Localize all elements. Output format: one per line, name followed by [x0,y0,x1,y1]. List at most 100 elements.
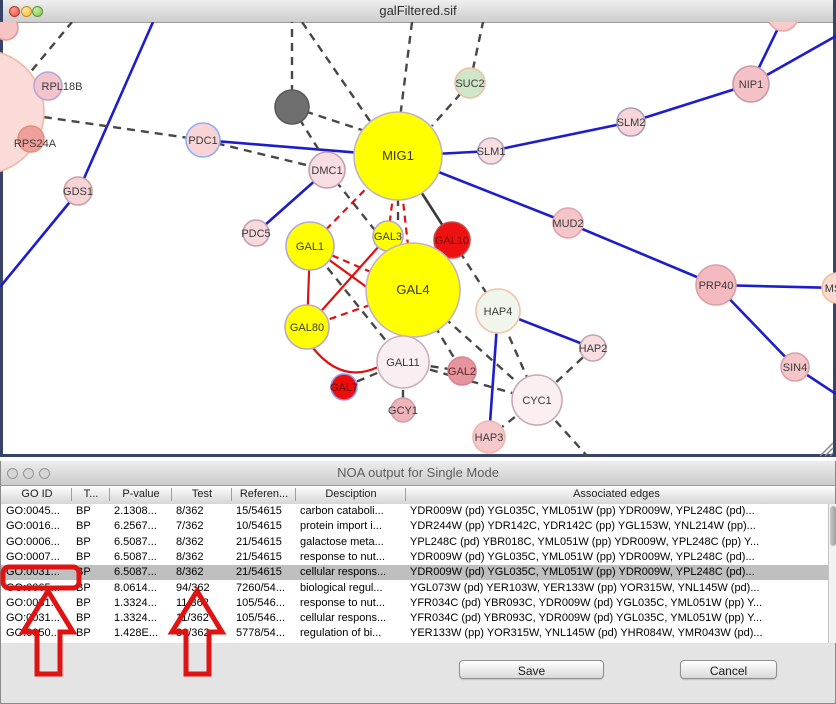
column-header-p[interactable]: P-value [111,488,171,502]
node-tiny-corner[interactable] [0,22,18,40]
cell-ref: 21/54615 [236,566,296,578]
cell-edges: YFR034C (pd) YBR093C, YDR009W (pd) YGL03… [410,597,827,609]
cell-edges: YPL248C (pd) YBR018C, YML051W (pp) YDR00… [410,536,827,548]
cell-go: GO:0006... [6,536,72,548]
cell-desc: cellular respons... [300,612,406,624]
node-label-HAP2: HAP2 [579,343,608,355]
cell-go: GO:0031... [6,566,72,578]
node-label-NIP1: NIP1 [739,79,763,91]
cell-test: 8/362 [176,551,232,563]
cell-ref: 7260/54... [236,582,296,594]
table-row[interactable]: GO:0031... BP 6.5087... 8/362 21/54615 cellul… [1,565,828,580]
save-button[interactable]: Save [459,660,604,679]
node-label-CYC1: CYC1 [522,395,551,407]
cell-test: 8/362 [176,505,232,517]
cell-desc: biological regul... [300,582,406,594]
node-label-PDC5: PDC5 [241,228,270,240]
resize-grip[interactable] [820,443,833,456]
node-label-GAL4: GAL4 [396,282,429,297]
node-label-GAL7: GAL7 [330,382,358,394]
column-divider[interactable] [231,488,232,501]
edge-dash [400,22,412,118]
cell-p: 2.1308... [114,505,172,517]
column-header-edges[interactable]: Associated edges [407,488,826,502]
cell-p: 1.3324... [114,597,172,609]
column-header-go[interactable]: GO ID [3,488,71,502]
cell-ref: 5778/54... [236,627,296,639]
column-divider[interactable] [171,488,172,501]
node-label-GAL2: GAL2 [448,366,476,378]
column-header-test[interactable]: Test [173,488,231,502]
cell-go: GO:0016... [6,520,72,532]
node-label-GAL10: GAL10 [435,235,469,247]
node-label-SLM2: SLM2 [617,117,646,129]
cell-type: BP [76,597,110,609]
scrollbar[interactable] [828,504,836,643]
node-label-DMC1: DMC1 [311,165,342,177]
cell-p: 6.5087... [114,566,172,578]
cell-type: BP [76,582,110,594]
noa-window-title: NOA output for Single Mode [1,465,835,480]
table-row[interactable]: GO:0050...BP1.428E...80/3625778/54...reg… [1,626,828,641]
table-row[interactable]: GO:0006...BP6.5087...8/36221/54615galact… [1,535,828,550]
window-title: galFiltered.sif [3,3,833,18]
cell-p: 6.2567... [114,520,172,532]
cell-go: GO:0065... [6,582,72,594]
screen: { "network_window": { "title": "galFilte… [0,0,836,704]
noa-titlebar[interactable]: NOA output for Single Mode [1,461,835,486]
node-dark-node[interactable] [275,90,309,124]
cell-desc: response to nut... [300,551,406,563]
table-row[interactable]: GO:0031...BP1.3324...11/362105/546...cel… [1,611,828,626]
cell-test: 7/362 [176,520,232,532]
column-divider[interactable] [71,488,72,501]
cell-test: 94/362 [176,582,232,594]
cell-desc: response to nut... [300,597,406,609]
node-label-MIG1: MIG1 [382,148,414,163]
table-row[interactable]: GO:0045...BP2.1308...8/36215/54615carbon… [1,504,828,519]
node-label-SIN4: SIN4 [783,362,807,374]
node-big-left[interactable] [0,50,44,174]
node-label-GAL3: GAL3 [374,231,402,243]
cell-p: 1.3324... [114,612,172,624]
cancel-button[interactable]: Cancel [680,660,777,679]
table-row[interactable]: GO:0065... BP 8.0614... 94/362 7260/54... bio… [1,581,828,596]
cell-ref: 10/54615 [236,520,296,532]
cell-test: 8/362 [176,536,232,548]
cell-type: BP [76,612,110,624]
node-label-GCY1: GCY1 [388,405,418,417]
edge-red-curve [313,348,378,372]
node-label-GAL11: GAL11 [386,357,419,369]
table-row[interactable]: GO:0031...BP1.3324...11/362105/546...res… [1,596,828,611]
network-titlebar[interactable]: galFiltered.sif [3,0,833,23]
cell-test: 11/362 [176,612,232,624]
node-label-MUD2: MUD2 [552,218,583,230]
cell-ref: 105/546... [236,612,296,624]
cell-go: GO:0007... [6,551,72,563]
cell-p: 1.428E... [114,627,172,639]
cell-edges: YFR034C (pd) YBR093C, YDR009W (pd) YGL03… [410,612,827,624]
column-header-type[interactable]: T... [73,488,109,502]
cell-type: BP [76,536,110,548]
cell-type: BP [76,520,110,532]
column-header-desc[interactable]: Desciption [297,488,405,502]
table-row[interactable]: GO:0007...BP6.5087...8/36221/54615respon… [1,550,828,565]
column-divider[interactable] [295,488,296,501]
column-header-ref[interactable]: Referen... [233,488,295,502]
cell-p: 8.0614... [114,582,172,594]
cell-ref: 105/546... [236,597,296,609]
column-divider[interactable] [405,488,406,501]
node-top-cut[interactable] [768,22,798,31]
table-header[interactable]: GO IDT...P-valueTestReferen...Desciption… [1,486,835,505]
cell-ref: 21/54615 [236,536,296,548]
table-row[interactable]: GO:0016...BP6.2567...7/36210/54615protei… [1,519,828,534]
cell-type: BP [76,566,110,578]
cell-type: BP [76,505,110,517]
node-label-RPS24A: RPS24A [14,138,57,150]
column-divider[interactable] [109,488,110,501]
node-label-SLM1: SLM1 [477,146,506,158]
scrollbar-thumb[interactable] [830,506,836,546]
cell-desc: cellular respons... [300,566,406,578]
cell-test: 8/362 [176,566,232,578]
cell-ref: 15/54615 [236,505,296,517]
network-canvas[interactable]: RPL18BRPS24AGDS1PDC1DMC1MIG1SUC2SLM1SLM2… [0,22,836,457]
